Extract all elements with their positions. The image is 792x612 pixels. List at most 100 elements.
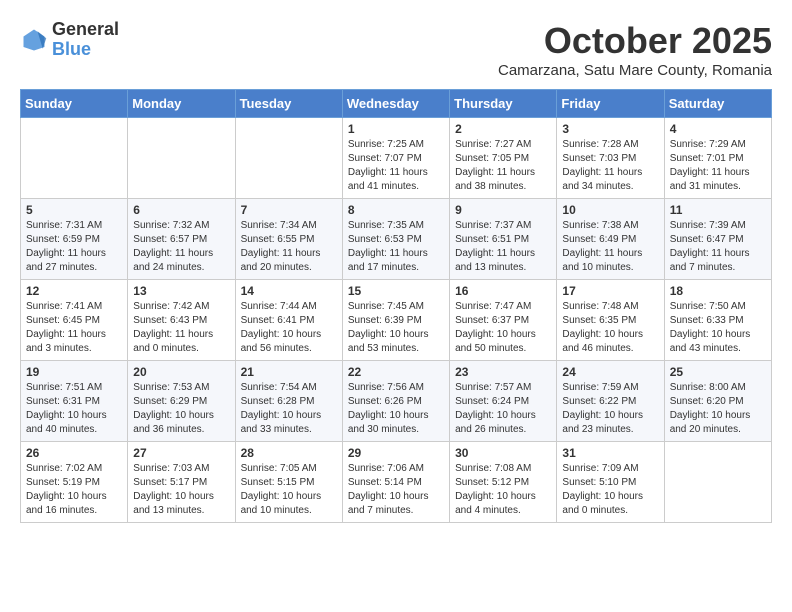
calendar-cell: 1 Sunrise: 7:25 AM Sunset: 7:07 PM Daylig…	[342, 118, 449, 199]
day-info: Sunrise: 7:45 AM Sunset: 6:39 PM Dayligh…	[348, 300, 444, 356]
day-number: 5	[26, 203, 122, 217]
day-number: 30	[455, 446, 551, 460]
calendar-cell: 21 Sunrise: 7:54 AM Sunset: 6:28 PM Dayli…	[235, 361, 342, 442]
calendar-week-row: 12Sunrise: 7:41 AM Sunset: 6:45 PM Dayli…	[21, 280, 772, 361]
day-info: Sunrise: 7:54 AM Sunset: 6:28 PM Dayligh…	[241, 381, 337, 437]
calendar-cell: 12Sunrise: 7:41 AM Sunset: 6:45 PM Dayli…	[21, 280, 128, 361]
calendar-cell: 22 Sunrise: 7:56 AM Sunset: 6:26 PM Dayli…	[342, 361, 449, 442]
logo: General Blue	[20, 20, 119, 60]
calendar-cell: 14 Sunrise: 7:44 AM Sunset: 6:41 PM Dayli…	[235, 280, 342, 361]
calendar-cell	[664, 442, 771, 523]
day-info: Sunrise: 7:44 AM Sunset: 6:41 PM Dayligh…	[241, 300, 337, 356]
day-info: Sunrise: 7:27 AM Sunset: 7:05 PM Dayligh…	[455, 138, 551, 194]
day-info: Sunrise: 7:57 AM Sunset: 6:24 PM Dayligh…	[455, 381, 551, 437]
calendar-cell: 24 Sunrise: 7:59 AM Sunset: 6:22 PM Dayli…	[557, 361, 664, 442]
day-info: Sunrise: 7:39 AM Sunset: 6:47 PM Dayligh…	[670, 219, 766, 275]
calendar-cell: 28 Sunrise: 7:05 AM Sunset: 5:15 PM Dayli…	[235, 442, 342, 523]
day-info: Sunrise: 7:51 AM Sunset: 6:31 PM Dayligh…	[26, 381, 122, 437]
calendar-cell: 23Sunrise: 7:57 AM Sunset: 6:24 PM Dayli…	[450, 361, 557, 442]
day-number: 7	[241, 203, 337, 217]
logo-blue: Blue	[52, 39, 91, 59]
logo-general: General	[52, 19, 119, 39]
calendar-cell: 19 Sunrise: 7:51 AM Sunset: 6:31 PM Dayli…	[21, 361, 128, 442]
day-number: 16	[455, 284, 551, 298]
day-number: 28	[241, 446, 337, 460]
day-info: Sunrise: 7:35 AM Sunset: 6:53 PM Dayligh…	[348, 219, 444, 275]
day-info: Sunrise: 7:56 AM Sunset: 6:26 PM Dayligh…	[348, 381, 444, 437]
weekday-header: Saturday	[664, 90, 771, 118]
day-info: Sunrise: 7:59 AM Sunset: 6:22 PM Dayligh…	[562, 381, 658, 437]
day-info: Sunrise: 7:02 AM Sunset: 5:19 PM Dayligh…	[26, 462, 122, 518]
location-subtitle: Camarzana, Satu Mare County, Romania	[498, 62, 772, 79]
day-number: 2	[455, 122, 551, 136]
day-info: Sunrise: 7:29 AM Sunset: 7:01 PM Dayligh…	[670, 138, 766, 194]
calendar-cell: 9 Sunrise: 7:37 AM Sunset: 6:51 PM Daylig…	[450, 199, 557, 280]
calendar-cell: 10Sunrise: 7:38 AM Sunset: 6:49 PM Dayli…	[557, 199, 664, 280]
calendar-cell: 13Sunrise: 7:42 AM Sunset: 6:43 PM Dayli…	[128, 280, 235, 361]
calendar-cell: 31Sunrise: 7:09 AM Sunset: 5:10 PM Dayli…	[557, 442, 664, 523]
day-info: Sunrise: 7:25 AM Sunset: 7:07 PM Dayligh…	[348, 138, 444, 194]
day-info: Sunrise: 7:48 AM Sunset: 6:35 PM Dayligh…	[562, 300, 658, 356]
day-number: 9	[455, 203, 551, 217]
day-number: 13	[133, 284, 229, 298]
logo-icon	[20, 26, 48, 54]
calendar-cell: 20Sunrise: 7:53 AM Sunset: 6:29 PM Dayli…	[128, 361, 235, 442]
day-info: Sunrise: 7:41 AM Sunset: 6:45 PM Dayligh…	[26, 300, 122, 356]
day-number: 20	[133, 365, 229, 379]
day-number: 25	[670, 365, 766, 379]
weekday-header: Thursday	[450, 90, 557, 118]
calendar-cell: 15Sunrise: 7:45 AM Sunset: 6:39 PM Dayli…	[342, 280, 449, 361]
calendar-cell: 29Sunrise: 7:06 AM Sunset: 5:14 PM Dayli…	[342, 442, 449, 523]
day-number: 1	[348, 122, 444, 136]
day-info: Sunrise: 7:32 AM Sunset: 6:57 PM Dayligh…	[133, 219, 229, 275]
calendar-week-row: 19 Sunrise: 7:51 AM Sunset: 6:31 PM Dayli…	[21, 361, 772, 442]
day-number: 14	[241, 284, 337, 298]
calendar-cell: 30 Sunrise: 7:08 AM Sunset: 5:12 PM Dayli…	[450, 442, 557, 523]
calendar-cell: 4Sunrise: 7:29 AM Sunset: 7:01 PM Daylig…	[664, 118, 771, 199]
title-block: October 2025 Camarzana, Satu Mare County…	[498, 20, 772, 79]
day-number: 10	[562, 203, 658, 217]
calendar-cell: 25 Sunrise: 8:00 AM Sunset: 6:20 PM Dayli…	[664, 361, 771, 442]
day-info: Sunrise: 7:03 AM Sunset: 5:17 PM Dayligh…	[133, 462, 229, 518]
calendar-cell: 8 Sunrise: 7:35 AM Sunset: 6:53 PM Daylig…	[342, 199, 449, 280]
day-number: 29	[348, 446, 444, 460]
day-info: Sunrise: 7:08 AM Sunset: 5:12 PM Dayligh…	[455, 462, 551, 518]
day-number: 27	[133, 446, 229, 460]
calendar-week-row: 26 Sunrise: 7:02 AM Sunset: 5:19 PM Dayli…	[21, 442, 772, 523]
calendar-cell	[21, 118, 128, 199]
day-number: 22	[348, 365, 444, 379]
day-number: 26	[26, 446, 122, 460]
day-info: Sunrise: 7:37 AM Sunset: 6:51 PM Dayligh…	[455, 219, 551, 275]
calendar-cell: 5Sunrise: 7:31 AM Sunset: 6:59 PM Daylig…	[21, 199, 128, 280]
calendar-table: SundayMondayTuesdayWednesdayThursdayFrid…	[20, 89, 772, 523]
weekday-header: Sunday	[21, 90, 128, 118]
day-number: 24	[562, 365, 658, 379]
day-info: Sunrise: 7:09 AM Sunset: 5:10 PM Dayligh…	[562, 462, 658, 518]
weekday-header: Monday	[128, 90, 235, 118]
day-info: Sunrise: 8:00 AM Sunset: 6:20 PM Dayligh…	[670, 381, 766, 437]
day-number: 18	[670, 284, 766, 298]
day-info: Sunrise: 7:50 AM Sunset: 6:33 PM Dayligh…	[670, 300, 766, 356]
calendar-cell: 26 Sunrise: 7:02 AM Sunset: 5:19 PM Dayli…	[21, 442, 128, 523]
weekday-header: Wednesday	[342, 90, 449, 118]
day-info: Sunrise: 7:34 AM Sunset: 6:55 PM Dayligh…	[241, 219, 337, 275]
calendar-week-row: 1 Sunrise: 7:25 AM Sunset: 7:07 PM Daylig…	[21, 118, 772, 199]
day-info: Sunrise: 7:28 AM Sunset: 7:03 PM Dayligh…	[562, 138, 658, 194]
calendar-cell: 6Sunrise: 7:32 AM Sunset: 6:57 PM Daylig…	[128, 199, 235, 280]
day-number: 21	[241, 365, 337, 379]
day-number: 8	[348, 203, 444, 217]
day-number: 11	[670, 203, 766, 217]
calendar-cell	[235, 118, 342, 199]
calendar-cell: 3Sunrise: 7:28 AM Sunset: 7:03 PM Daylig…	[557, 118, 664, 199]
calendar-week-row: 5Sunrise: 7:31 AM Sunset: 6:59 PM Daylig…	[21, 199, 772, 280]
weekday-header: Friday	[557, 90, 664, 118]
day-number: 19	[26, 365, 122, 379]
day-info: Sunrise: 7:05 AM Sunset: 5:15 PM Dayligh…	[241, 462, 337, 518]
calendar-cell	[128, 118, 235, 199]
calendar-cell: 2 Sunrise: 7:27 AM Sunset: 7:05 PM Daylig…	[450, 118, 557, 199]
calendar-cell: 7 Sunrise: 7:34 AM Sunset: 6:55 PM Daylig…	[235, 199, 342, 280]
calendar-cell: 17Sunrise: 7:48 AM Sunset: 6:35 PM Dayli…	[557, 280, 664, 361]
page-header: General Blue October 2025 Camarzana, Sat…	[20, 20, 772, 79]
logo-text: General Blue	[52, 20, 119, 60]
day-info: Sunrise: 7:47 AM Sunset: 6:37 PM Dayligh…	[455, 300, 551, 356]
